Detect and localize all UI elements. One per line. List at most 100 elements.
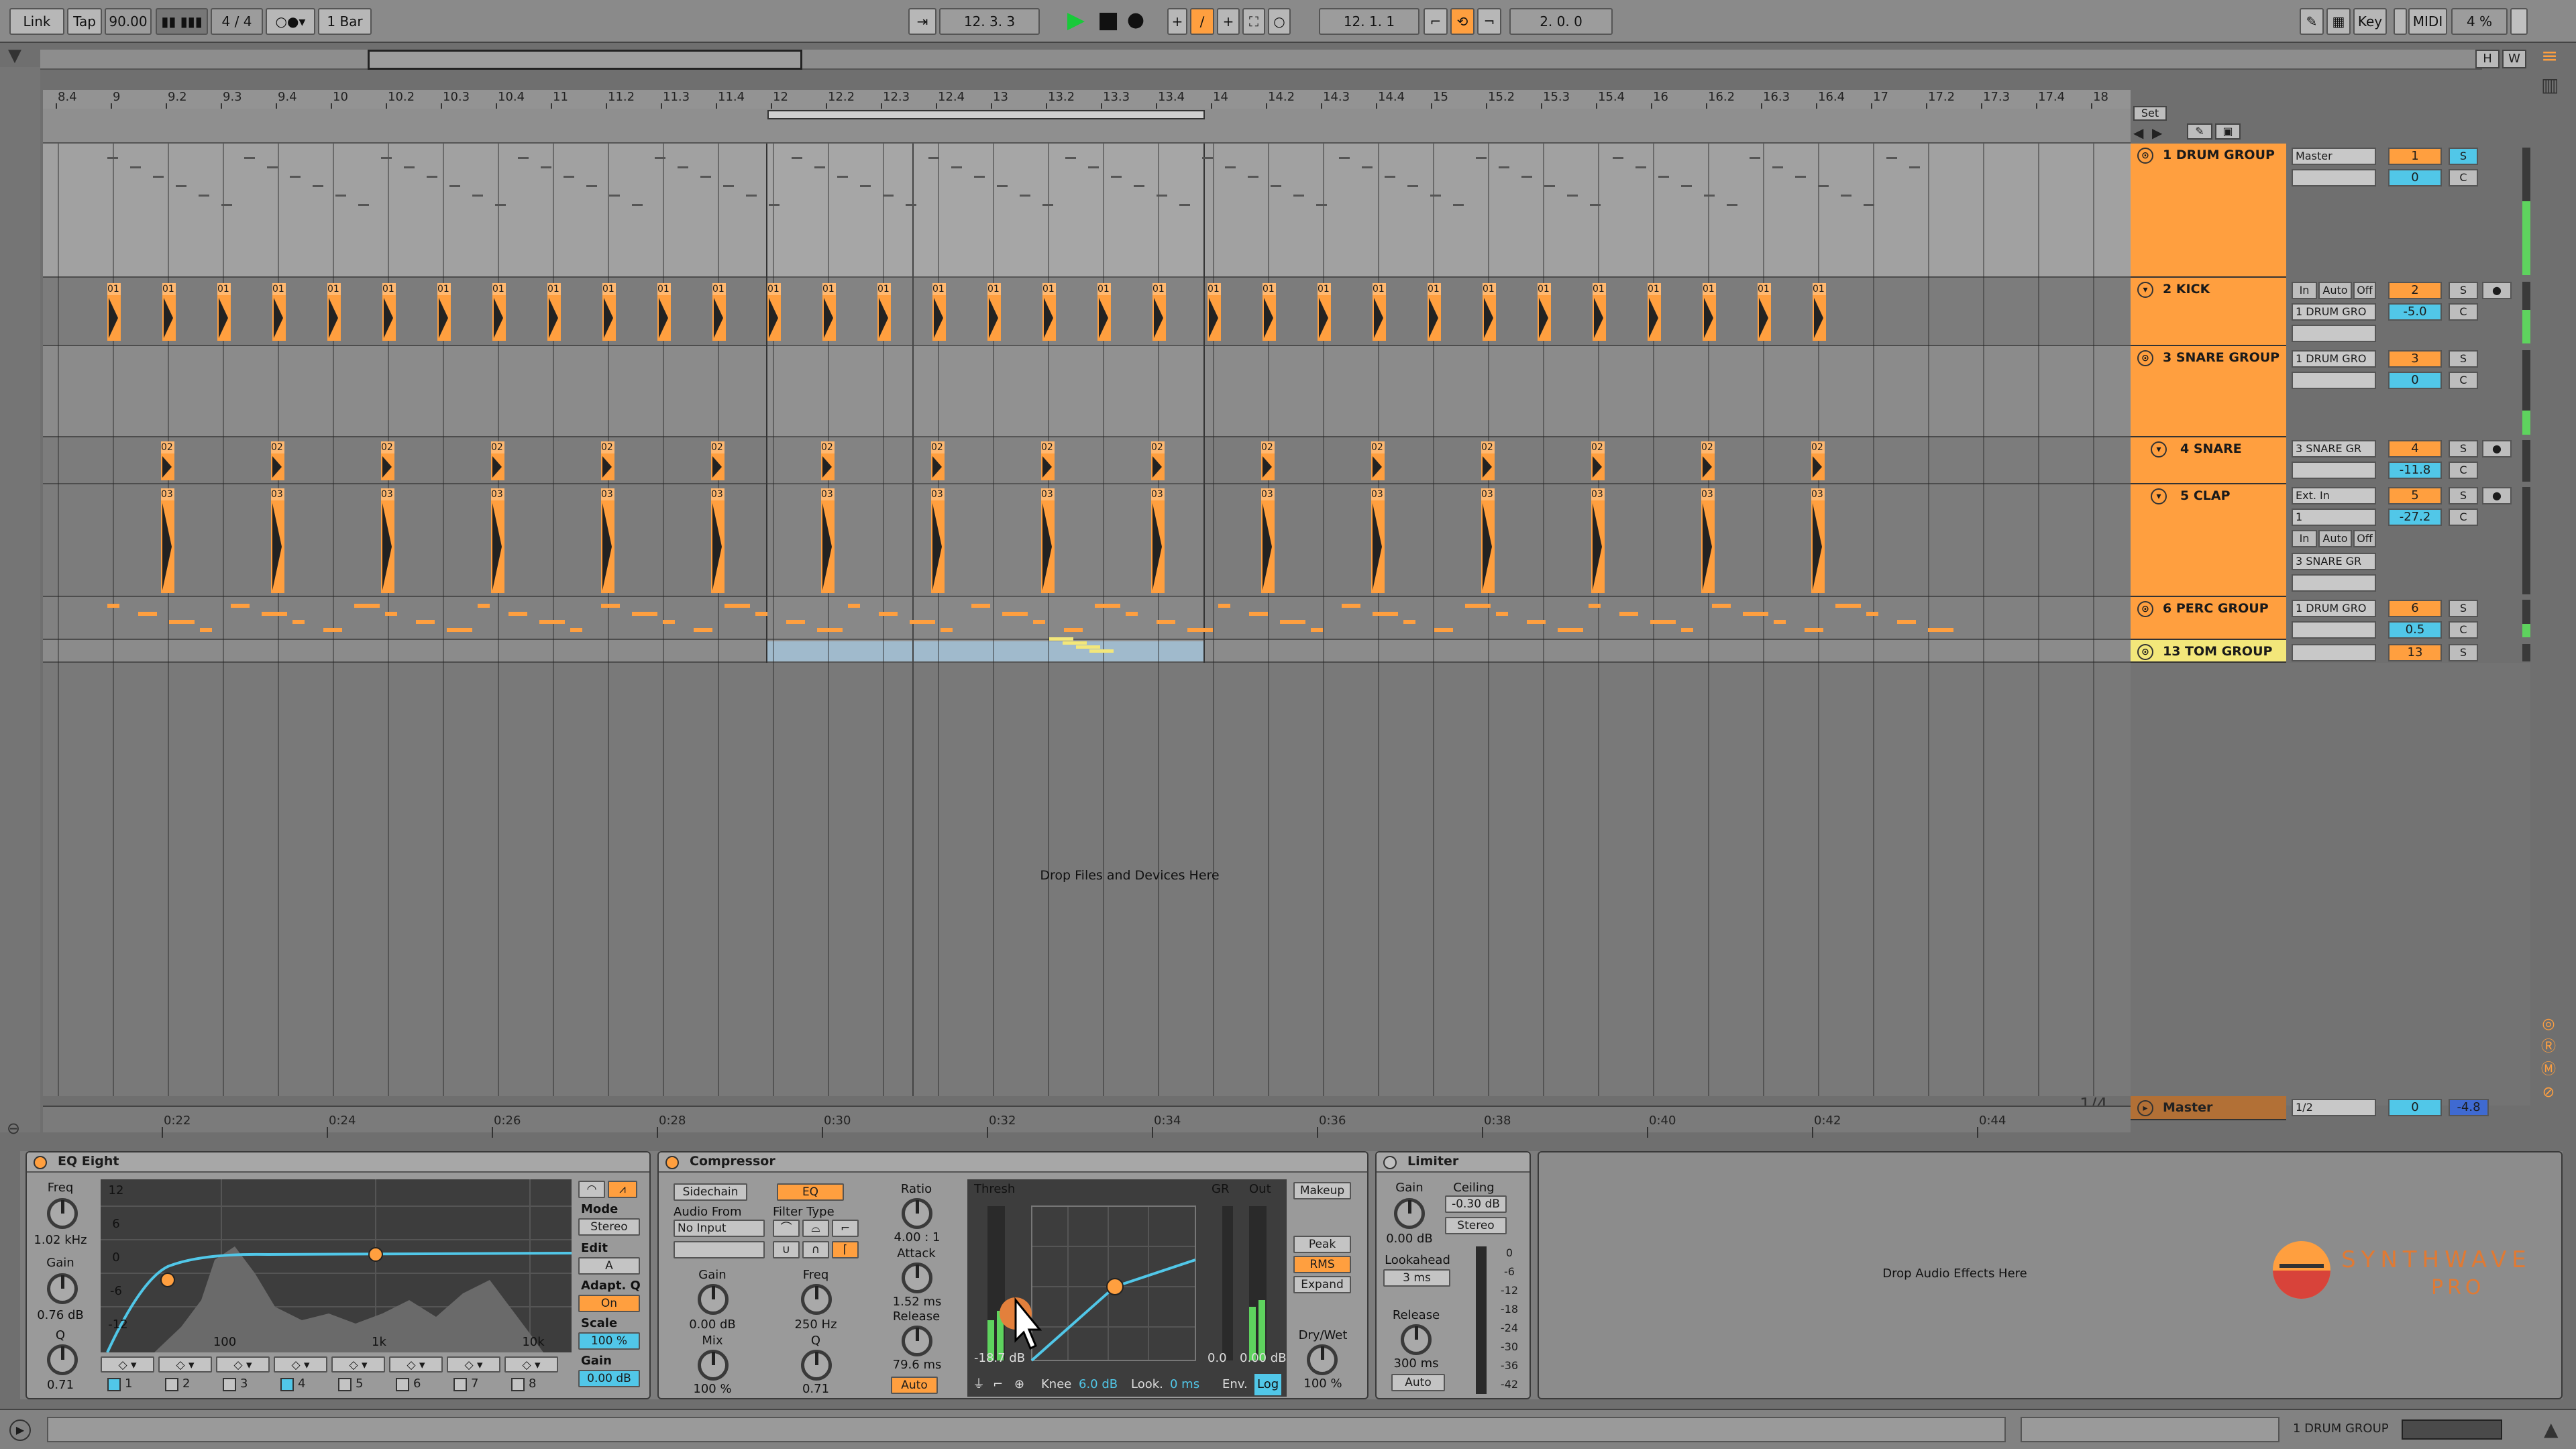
clap-clip[interactable]: 03 [821,488,835,593]
eq-band-4[interactable]: ◇ ▾ 4 [274,1356,329,1397]
view-switch-icons[interactable]: ◎ Ⓡ Ⓜ ⊘ [2538,1013,2559,1107]
band-enable-checkbox[interactable] [280,1378,294,1391]
kick-clip[interactable]: 01 [767,283,781,341]
effects-drop-area[interactable]: Drop Audio Effects Here SYNTHWAVE PRO [1538,1151,2563,1399]
band-filter-shape[interactable]: ◇ ▾ [389,1356,443,1373]
pan-field[interactable]: C [2449,462,2478,479]
kick-clip[interactable]: 01 [1263,283,1276,341]
spectrum-icon[interactable]: ⩘ [608,1181,637,1198]
snare-clip[interactable]: 02 [491,441,504,480]
band-enable-checkbox[interactable] [511,1378,525,1391]
hw-h-button[interactable]: H [2475,50,2500,68]
time-ruler[interactable]: 0:22 0:24 0:26 0:28 0:30 0:32 0:34 0:36 0:38 0:40… [43,1106,2131,1138]
q-value[interactable]: 0.71 [27,1378,94,1392]
kick-clip[interactable]: 01 [712,283,726,341]
volume-field[interactable]: -27.2 [2388,508,2442,526]
band-filter-shape[interactable]: ◇ ▾ [101,1356,154,1373]
attack-knob[interactable] [902,1263,932,1293]
input-channel[interactable]: 1 [2292,508,2376,526]
release-auto-button[interactable]: Auto [1391,1374,1445,1391]
lowpass-filter-icon[interactable]: ⌒ [773,1220,800,1237]
clap-clip[interactable]: 03 [161,488,174,593]
peak-button[interactable]: Peak [1293,1236,1351,1253]
loop-brace[interactable] [767,110,1205,119]
gain-value[interactable]: 0.00 dB [1379,1232,1440,1246]
io-toggle-icon[interactable]: ▥ [2541,74,2568,101]
snare-clip[interactable]: 02 [161,441,174,480]
track-header-snare-group[interactable]: ⊙ 3 SNARE GROUP [2131,346,2286,437]
monitor-off-button[interactable]: Off [2353,530,2376,547]
time-signature-field[interactable]: 4 / 4 [211,8,263,35]
drywet-value[interactable]: 100 % [1289,1377,1356,1391]
band-enable-checkbox[interactable] [453,1378,467,1391]
keyboard-icon[interactable]: ▦ [2326,8,2351,35]
follow-icon[interactable]: ⇥ [908,8,936,35]
clap-clip[interactable]: 03 [1041,488,1055,593]
mix-value[interactable]: 100 % [679,1382,746,1396]
expand-info-icon[interactable]: ▶ [9,1419,31,1441]
monitor-in-button[interactable]: In [2292,282,2317,299]
arrangement-view[interactable]: 01 01 01 01 01 01 01 01 01 01 01 01 01 01 01 01 01 01 01 01… [43,144,2131,1096]
arm-icon[interactable]: ● [2482,282,2512,299]
snare-clip[interactable]: 02 [821,441,835,480]
detail-toggle-icon[interactable]: ▲ [2544,1418,2568,1442]
track-activator[interactable]: 2 [2388,282,2442,299]
drywet-knob[interactable] [1307,1344,1338,1375]
draw-mode-icon[interactable]: ✎ [2300,8,2324,35]
kick-clip[interactable]: 01 [492,283,506,341]
band-filter-shape[interactable]: ◇ ▾ [331,1356,385,1373]
thresh-value[interactable]: -18.7 dB [974,1351,1025,1365]
band-filter-shape[interactable]: ◇ ▾ [274,1356,327,1373]
pan-field[interactable]: C [2449,372,2478,389]
peak-filter-icon[interactable]: ∩ [802,1241,829,1258]
browser-toggle-icon[interactable]: ▼ [8,46,32,70]
metronome-icon[interactable]: ▮▮ ▮▮▮ [156,8,208,35]
env-mode-button[interactable]: Log [1254,1374,1282,1395]
master-output[interactable]: 1/2 [2292,1099,2376,1116]
overview-viewport[interactable] [368,50,802,70]
makeup-button[interactable]: Makeup [1293,1182,1351,1199]
snare-clip[interactable]: 02 [1261,441,1275,480]
track-header-tom-group[interactable]: ⊙ 13 TOM GROUP [2131,640,2286,663]
release-value[interactable]: 79.6 ms [880,1358,954,1372]
volume-field[interactable]: 0 [2388,372,2442,389]
release-knob[interactable] [1401,1324,1432,1355]
expand-button[interactable]: Expand [1293,1276,1351,1293]
fold-icon[interactable]: ▾ [2137,282,2153,298]
adapt-q-button[interactable]: On [578,1295,640,1312]
output-routing[interactable]: Master [2292,148,2376,165]
kick-clip[interactable]: 01 [162,283,176,341]
band-filter-shape[interactable]: ◇ ▾ [216,1356,270,1373]
solo-button[interactable]: S [2449,487,2478,504]
mini-view[interactable] [2402,1419,2502,1440]
q-value[interactable]: 0.71 [782,1382,849,1396]
master-volume[interactable]: 0 [2388,1099,2442,1116]
loop-brace-area[interactable] [43,109,2131,144]
kick-clip[interactable]: 01 [107,283,121,341]
kick-clip[interactable]: 01 [1648,283,1661,341]
audio-from-select[interactable]: No Input [674,1220,765,1237]
arm-icon[interactable]: ● [2482,487,2512,504]
solo-button[interactable]: S [2449,282,2478,299]
track-activator[interactable]: 1 [2388,148,2442,165]
shelf-filter-icon[interactable]: ⌈ [832,1241,859,1258]
input-type[interactable]: Ext. In [2292,487,2376,504]
snare-clip[interactable]: 02 [1591,441,1605,480]
clap-clip[interactable]: 03 [1701,488,1715,593]
stereo-button[interactable]: Stereo [1445,1217,1507,1234]
clap-clip[interactable]: 03 [1591,488,1605,593]
clap-clip[interactable]: 03 [711,488,724,593]
sidechain-button[interactable]: Sidechain [674,1183,747,1201]
track-header-perc-group[interactable]: ⊙ 6 PERC GROUP [2131,597,2286,640]
kick-clip[interactable]: 01 [657,283,671,341]
mix-knob[interactable] [698,1350,729,1381]
routing-sub[interactable] [2292,574,2376,592]
eq-band-1[interactable]: ◇ ▾ 1 [101,1356,156,1397]
track-header-snare[interactable]: ▾ 4 SNARE [2131,437,2286,484]
loop-length-field[interactable]: 2. 0. 0 [1509,8,1613,35]
monitor-in-button[interactable]: In [2292,530,2317,547]
snare-clip[interactable]: 02 [1371,441,1385,480]
lock-icon[interactable]: ▣ [2215,123,2241,140]
routing-sub[interactable] [2292,462,2376,479]
track-activator[interactable]: 4 [2388,440,2442,458]
